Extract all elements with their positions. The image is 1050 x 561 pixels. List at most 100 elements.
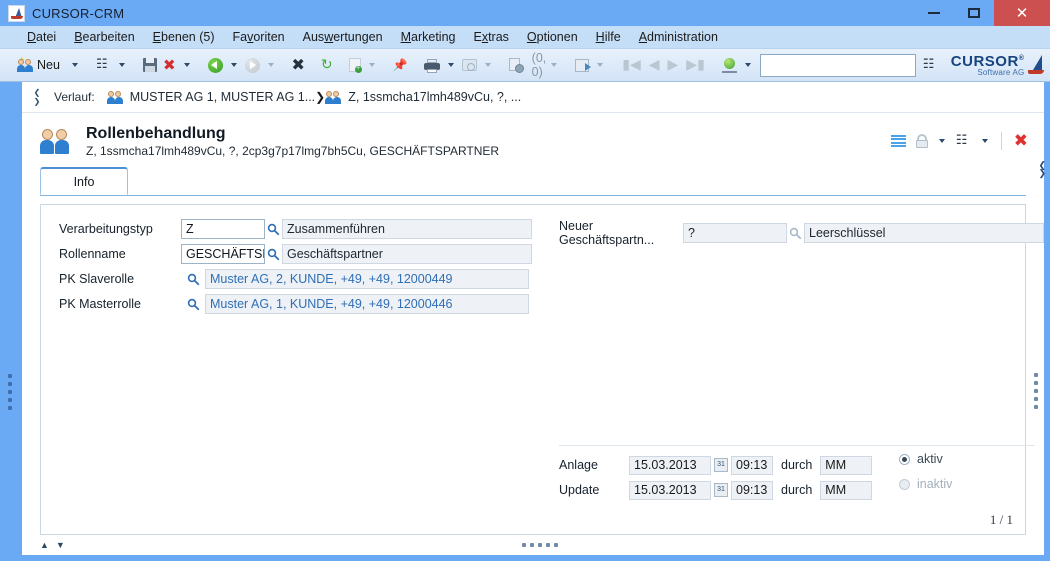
delete-red-x-icon: ✖: [163, 58, 176, 72]
back-green-icon: [208, 58, 223, 73]
window-title: CURSOR-CRM: [32, 6, 124, 21]
logo-name: CURSOR: [951, 53, 1019, 70]
radio-inaktiv[interactable]: inaktiv: [899, 473, 952, 495]
lock-dropdown-caret[interactable]: [939, 139, 945, 143]
people-icon: [325, 90, 342, 104]
left-splitter-grip[interactable]: [8, 374, 14, 410]
close-record-button[interactable]: ✖: [1010, 130, 1032, 152]
menu-administration[interactable]: Administration: [630, 28, 727, 46]
maximize-button[interactable]: [954, 0, 994, 26]
tab-info[interactable]: Info: [40, 167, 128, 195]
refresh-button[interactable]: ↻: [318, 53, 336, 77]
delete-dropdown-caret[interactable]: [184, 63, 190, 67]
cancel-button[interactable]: ✖: [289, 53, 308, 77]
window-body: ❮❯ Verlauf: MUSTER AG 1, MUSTER AG 1... …: [0, 82, 1050, 561]
close-button[interactable]: ✕: [994, 0, 1050, 26]
verarbeitungstyp-code-input[interactable]: Z: [181, 219, 265, 239]
new-people-icon: ✦: [17, 58, 34, 72]
save-icon: [143, 58, 157, 72]
breadcrumb-expand-toggle[interactable]: ❮❯: [32, 89, 42, 105]
tab-strip-expand-toggle[interactable]: ❮❯: [1038, 161, 1046, 177]
magnifier-lookup-icon[interactable]: [181, 298, 205, 311]
anlage-label: Anlage: [559, 458, 629, 472]
forward-grey-icon: [245, 58, 260, 73]
menu-favoriten[interactable]: Favoriten: [224, 28, 294, 46]
neuer-geschaeftspartner-code[interactable]: ?: [683, 223, 787, 243]
pin-button[interactable]: 📌: [390, 53, 411, 77]
breadcrumb-label: Verlauf:: [54, 90, 95, 104]
lock-button[interactable]: [912, 131, 932, 151]
magnifier-lookup-icon[interactable]: [265, 223, 282, 236]
minimize-button[interactable]: [914, 0, 954, 26]
magnifier-lookup-icon[interactable]: [265, 248, 282, 261]
previous-record-icon: ◀: [645, 58, 664, 72]
rollenname-code-input[interactable]: GESCHÄFTSPA: [181, 244, 265, 264]
globe-button[interactable]: [719, 53, 740, 77]
tab-strip: Info: [40, 169, 1026, 196]
menu-datei[interactable]: Datei: [18, 28, 65, 46]
breadcrumb-item-2[interactable]: Z, 1ssmcha17lmh489vCu, ?, ...: [325, 90, 521, 104]
save-button[interactable]: [140, 53, 160, 77]
print-button[interactable]: [421, 53, 443, 77]
menu-auswertungen[interactable]: Auswertungen: [294, 28, 392, 46]
new-button[interactable]: ✦ Neu: [14, 53, 67, 77]
screenshot-icon: [462, 59, 477, 71]
right-splitter-grip[interactable]: [1034, 373, 1038, 409]
pin-icon: 📌: [393, 59, 408, 72]
list-menu-button[interactable]: [887, 132, 910, 150]
new-document-button[interactable]: +: [346, 53, 364, 77]
binoculars-icon: ☷: [956, 134, 971, 148]
content-area: ❮❯ Verlauf: MUSTER AG 1, MUSTER AG 1... …: [22, 82, 1044, 555]
logo-registered: ®: [1019, 55, 1025, 62]
export-dropdown-caret: [597, 63, 603, 67]
search-button[interactable]: ☷: [920, 53, 941, 77]
delete-button[interactable]: ✖: [160, 53, 179, 77]
field-row-pk-slaverolle: Muster AG, 2, KUNDE, +49, +49, 12000449: [181, 269, 555, 289]
horizontal-splitter-grip[interactable]: [522, 543, 558, 547]
bottom-expand-toggle[interactable]: ▲ ▼: [40, 541, 65, 550]
header-find-dropdown-caret[interactable]: [982, 139, 988, 143]
window-controls: ✕: [914, 0, 1050, 26]
breadcrumb-item-1[interactable]: MUSTER AG 1, MUSTER AG 1...: [107, 90, 315, 104]
field-row-verarbeitungstyp: Z Zusammenführen: [181, 219, 555, 239]
metadata-row-update: Update 15.03.2013 31 09:13 durch MM: [559, 479, 1035, 501]
find-dropdown-caret[interactable]: [119, 63, 125, 67]
print-dropdown-caret[interactable]: [448, 63, 454, 67]
pk-slaverolle-value[interactable]: Muster AG, 2, KUNDE, +49, +49, 12000449: [205, 269, 529, 289]
neuer-geschaeftspartner-description: Leerschlüssel: [804, 223, 1044, 243]
anlage-user: MM: [820, 456, 872, 475]
breadcrumb-item-1-label: MUSTER AG 1, MUSTER AG 1...: [130, 90, 315, 104]
field-label-verarbeitungstyp: Verarbeitungstyp: [59, 222, 181, 236]
cursor-logo: CURSOR® Software AG: [951, 54, 1045, 77]
lock-icon: [916, 134, 928, 148]
back-dropdown-caret[interactable]: [231, 63, 237, 67]
menu-ebenen[interactable]: Ebenen (5): [144, 28, 224, 46]
find-button[interactable]: ☷: [93, 53, 114, 77]
update-label: Update: [559, 483, 629, 497]
field-label-pk-slaverolle: PK Slaverolle: [59, 272, 181, 286]
new-document-dropdown-caret: [369, 63, 375, 67]
radio-inaktiv-label: inaktiv: [917, 477, 952, 491]
new-dropdown-caret[interactable]: [72, 63, 78, 67]
pk-masterrolle-value[interactable]: Muster AG, 1, KUNDE, +49, +49, 12000446: [205, 294, 529, 314]
coordinates-label: (0, 0): [527, 51, 547, 79]
left-rail: [0, 82, 22, 555]
forward-button: [242, 53, 263, 77]
update-date: 15.03.2013: [629, 481, 711, 500]
header-find-button[interactable]: ☷: [952, 131, 975, 151]
menu-hilfe[interactable]: Hilfe: [587, 28, 630, 46]
page-header: Rollenbehandlung Z, 1ssmcha17lmh489vCu, …: [22, 113, 1044, 169]
menu-bearbeiten[interactable]: Bearbeiten: [65, 28, 143, 46]
field-label-rollenname: Rollenname: [59, 247, 181, 261]
radio-aktiv[interactable]: aktiv: [899, 448, 952, 470]
search-input[interactable]: [760, 54, 916, 77]
menu-optionen[interactable]: Optionen: [518, 28, 587, 46]
chevron-up-icon: ▲: [40, 541, 49, 550]
back-button[interactable]: [205, 53, 226, 77]
magnifier-lookup-icon[interactable]: [181, 273, 205, 286]
menu-marketing[interactable]: Marketing: [392, 28, 465, 46]
globe-dropdown-caret[interactable]: [745, 63, 751, 67]
history-dropdown-caret: [551, 63, 557, 67]
menu-extras[interactable]: Extras: [464, 28, 517, 46]
globe-icon: [722, 58, 737, 73]
